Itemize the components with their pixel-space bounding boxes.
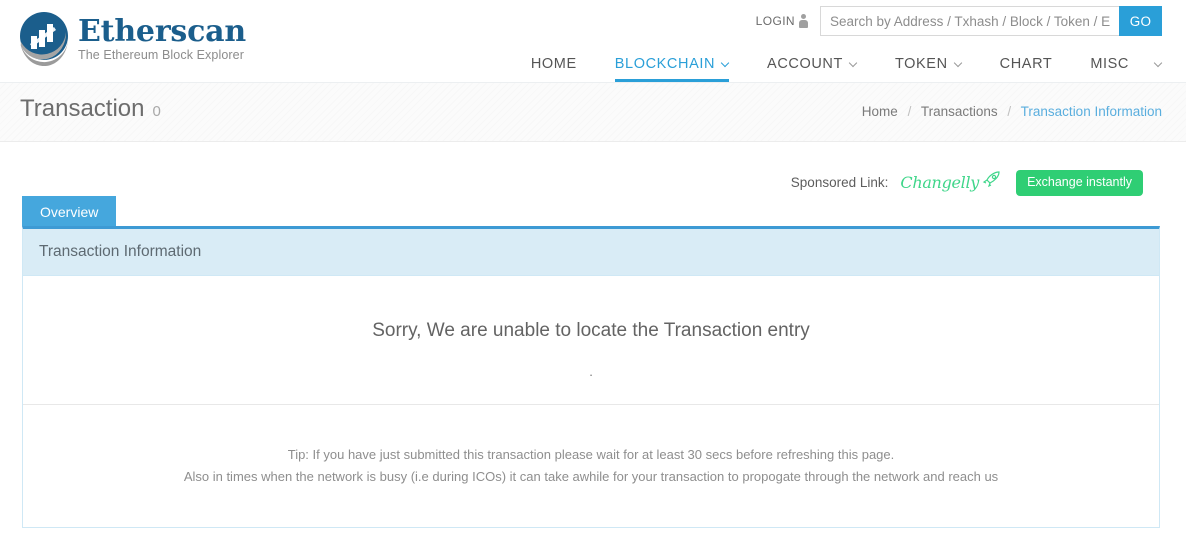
search-go-button[interactable]: GO (1119, 6, 1162, 36)
page-title-subtitle: 0 (152, 103, 161, 120)
nav-item-home[interactable]: HOME (530, 55, 577, 83)
error-message: Sorry, We are unable to locate the Trans… (372, 320, 810, 341)
site-header: Etherscan The Ethereum Block Explorer LO… (0, 0, 1186, 83)
page-title: Transaction 0 (20, 97, 161, 121)
etherscan-logo-icon (16, 10, 72, 67)
tab-overview-label: Overview (40, 204, 99, 220)
search-input[interactable] (820, 6, 1119, 36)
changelly-wordmark: Changelly (900, 173, 980, 193)
person-icon (799, 14, 808, 28)
header-right-controls: LOGIN GO (756, 6, 1162, 36)
logo[interactable]: Etherscan The Ethereum Block Explorer (16, 10, 247, 67)
chevron-down-icon (850, 60, 857, 67)
tab-bar: Overview (22, 196, 117, 229)
nav-item-misc[interactable]: MISC (1090, 55, 1162, 83)
logo-wordmark: Etherscan (78, 13, 247, 49)
transaction-information-card: Transaction Information Sorry, We are un… (22, 226, 1160, 528)
tip-line-1: Tip: If you have just submitted this tra… (287, 447, 895, 462)
nav-item-blockchain[interactable]: BLOCKCHAIN (614, 55, 730, 82)
nav-label-blockchain: BLOCKCHAIN (614, 55, 716, 72)
breadcrumb-current[interactable]: Transaction Information (1021, 104, 1162, 119)
main-navigation: HOME BLOCKCHAIN ACCOUNT TOKEN CHART MISC (530, 55, 1162, 83)
tab-overview[interactable]: Overview (22, 196, 117, 229)
tip-line-2: Also in times when the network is busy (… (183, 469, 999, 484)
breadcrumb-transactions[interactable]: Transactions (921, 104, 998, 119)
nav-label-chart: CHART (999, 55, 1053, 72)
error-message-dot: . (589, 364, 593, 379)
nav-item-chart[interactable]: CHART (999, 55, 1053, 83)
chevron-down-icon (955, 60, 962, 67)
chevron-down-icon (1155, 60, 1162, 67)
login-link[interactable]: LOGIN (756, 14, 808, 28)
card-header: Transaction Information (23, 229, 1159, 276)
nav-label-misc: MISC (1090, 55, 1129, 72)
chevron-down-icon (722, 60, 729, 67)
page-title-text: Transaction (20, 95, 145, 122)
rocket-icon (982, 171, 1002, 194)
nav-label-token: TOKEN (894, 55, 948, 72)
search-box: GO (820, 6, 1162, 36)
login-label: LOGIN (755, 14, 795, 28)
nav-item-account[interactable]: ACCOUNT (767, 55, 857, 83)
page-title-bar: Transaction 0 Home / Transactions / Trans… (0, 83, 1186, 142)
changelly-logo[interactable]: Changelly (900, 171, 1002, 194)
nav-label-account: ACCOUNT (767, 55, 843, 72)
logo-tagline: The Ethereum Block Explorer (78, 48, 244, 63)
exchange-instantly-button[interactable]: Exchange instantly (1016, 170, 1143, 196)
card-header-title: Transaction Information (39, 243, 202, 260)
card-body: Sorry, We are unable to locate the Trans… (23, 276, 1159, 405)
nav-item-token[interactable]: TOKEN (894, 55, 962, 83)
sponsored-link-label: Sponsored Link: (790, 175, 889, 191)
breadcrumb-separator: / (1007, 104, 1012, 119)
nav-label-home: HOME (530, 55, 577, 72)
card-footer: Tip: If you have just submitted this tra… (23, 405, 1159, 488)
breadcrumb-separator: / (907, 104, 912, 119)
sponsored-link-row: Sponsored Link: Changelly Exchange insta… (791, 170, 1143, 196)
breadcrumb-home[interactable]: Home (862, 104, 898, 119)
breadcrumb: Home / Transactions / Transaction Inform… (862, 104, 1162, 119)
